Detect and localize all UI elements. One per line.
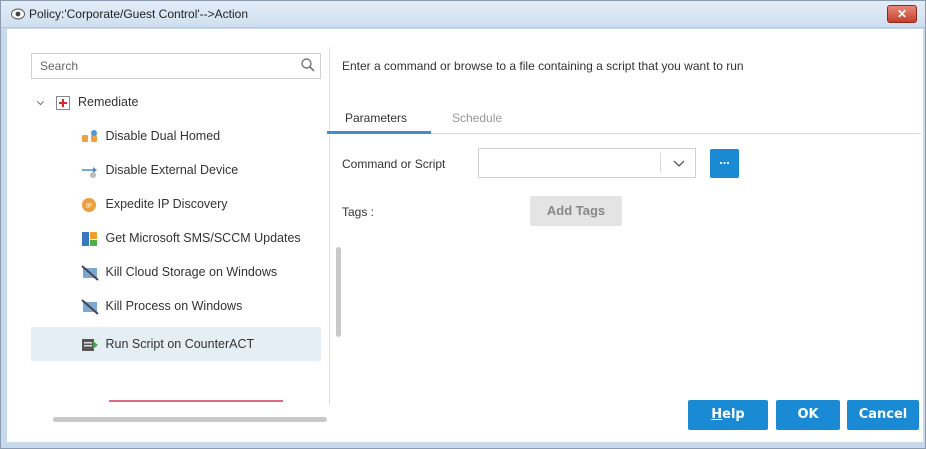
tree-item-kill-cloud-storage[interactable]: Kill Cloud Storage on Windows [81, 261, 325, 283]
usb-device-icon [82, 166, 97, 178]
tree-item-get-sccm-updates[interactable]: Get Microsoft SMS/SCCM Updates [81, 227, 325, 249]
ok-button[interactable]: OK [776, 400, 840, 430]
tree-item-label: Disable External Device [105, 163, 239, 177]
add-tags-button[interactable]: Add Tags [530, 196, 622, 226]
tree-item-expedite-ip-discovery[interactable]: IP Expedite IP Discovery [81, 193, 325, 215]
dialog-window: Policy:'Corporate/Guest Control'-->Actio… [0, 0, 926, 449]
sccm-updates-icon [82, 231, 97, 246]
tree-group-label: Remediate [77, 95, 139, 109]
tree-item-label: Kill Cloud Storage on Windows [105, 265, 278, 279]
tree-item-label: Expedite IP Discovery [105, 197, 228, 211]
command-or-script-select[interactable] [478, 148, 696, 178]
kill-cloud-icon [81, 264, 99, 281]
dialog-content: Search Remediate Disable Dual Homed Disa… [7, 29, 923, 442]
title-bar: Policy:'Corporate/Guest Control'-->Actio… [1, 1, 925, 28]
forescout-eye-icon [11, 8, 25, 20]
browse-button[interactable]: ... [710, 149, 739, 178]
tree-item-label: Disable Dual Homed [105, 129, 221, 143]
kill-process-icon [81, 298, 99, 315]
window-title: Policy:'Corporate/Guest Control'-->Actio… [29, 7, 249, 21]
tags-label: Tags : [342, 205, 375, 219]
tab-parameters[interactable]: Parameters [345, 111, 407, 125]
tree-item-disable-external-device[interactable]: Disable External Device [81, 159, 325, 181]
search-icon [301, 58, 315, 72]
command-or-script-label: Command or Script [342, 157, 446, 171]
tree-group-remediate[interactable]: Remediate [35, 91, 325, 113]
search-placeholder: Search [40, 59, 79, 73]
tree-item-kill-process[interactable]: Kill Process on Windows [81, 295, 325, 317]
chevron-down-icon [36, 100, 44, 105]
help-label-rest: elp [722, 407, 745, 422]
run-script-icon [82, 338, 98, 351]
dual-homed-icon [82, 129, 97, 142]
help-button[interactable]: Help [688, 400, 768, 430]
tree-item-disable-dual-homed[interactable]: Disable Dual Homed [81, 125, 325, 147]
close-button[interactable]: ✕ [887, 5, 917, 23]
tree-item-label: Get Microsoft SMS/SCCM Updates [105, 231, 301, 245]
tab-schedule[interactable]: Schedule [452, 111, 502, 125]
tree-item-label: Kill Process on Windows [105, 299, 243, 313]
vertical-scrollbar[interactable] [336, 247, 341, 337]
help-mnemonic: H [711, 407, 723, 422]
tree-item-run-script[interactable]: Run Script on CounterACT [31, 327, 321, 361]
search-input[interactable]: Search [31, 53, 321, 79]
instruction-text: Enter a command or browse to a file cont… [342, 59, 744, 73]
tree-item-label: Run Script on CounterACT [105, 337, 255, 351]
svg-text:IP: IP [86, 202, 92, 210]
horizontal-scrollbar[interactable] [53, 417, 327, 422]
tab-active-indicator [327, 131, 431, 134]
selection-underline [109, 400, 283, 402]
chevron-down-icon [673, 160, 685, 167]
select-divider [660, 153, 661, 173]
cancel-button[interactable]: Cancel [847, 400, 919, 430]
remediate-plus-icon [56, 95, 71, 110]
ip-discovery-icon: IP [82, 197, 96, 212]
action-tree-pane: Search Remediate Disable Dual Homed Disa… [23, 47, 341, 422]
